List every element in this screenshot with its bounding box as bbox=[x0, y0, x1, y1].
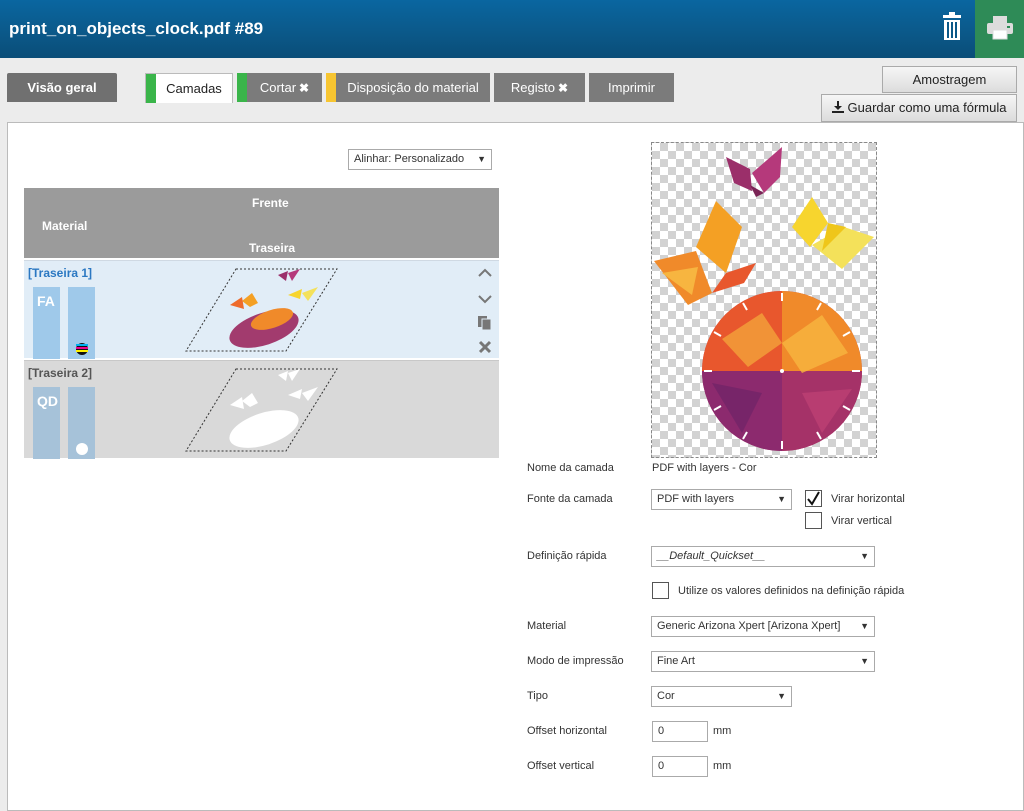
layer-name-label: Nome da camada bbox=[527, 462, 614, 474]
quickset-label: Definição rápida bbox=[527, 550, 607, 562]
tab-label: Registo bbox=[510, 80, 555, 95]
window-title: print_on_objects_clock.pdf #89 bbox=[9, 19, 264, 38]
delete-layer-button[interactable] bbox=[476, 339, 494, 357]
tab-cut[interactable]: Cortar ✖ bbox=[237, 73, 322, 102]
material-badge: FA bbox=[37, 293, 55, 309]
offset-vertical-input[interactable]: 0 bbox=[652, 756, 708, 777]
layer-row-2[interactable]: [Traseira 2] QD bbox=[24, 360, 499, 459]
move-down-button[interactable] bbox=[476, 291, 494, 309]
type-label: Tipo bbox=[527, 690, 548, 702]
header-back: Traseira bbox=[249, 241, 296, 255]
align-select[interactable]: Alinhar: Personalizado ▼ bbox=[348, 149, 492, 170]
white-bar bbox=[68, 387, 95, 459]
copy-icon bbox=[478, 316, 492, 331]
offset-vertical-label: Offset vertical bbox=[527, 760, 595, 772]
checkmark-icon bbox=[807, 491, 820, 506]
tab-label: Disposição do material bbox=[347, 80, 479, 95]
tab-status-mark bbox=[326, 73, 336, 102]
tab-overview[interactable]: Visão geral bbox=[7, 73, 117, 102]
material-badge: QD bbox=[37, 393, 58, 409]
material-bar: FA bbox=[33, 287, 60, 359]
header-front: Frente bbox=[252, 196, 289, 210]
sample-button[interactable]: Amostragem bbox=[882, 66, 1017, 93]
layer-thumbnail bbox=[185, 268, 338, 352]
dropdown-arrow-icon: ▼ bbox=[777, 691, 786, 701]
header-material: Material bbox=[42, 219, 88, 233]
offset-vertical-value: 0 bbox=[658, 760, 665, 772]
save-formula-label: Guardar como uma fórmula bbox=[847, 100, 1007, 115]
main-panel: Alinhar: Personalizado ▼ Frente Material… bbox=[7, 122, 1024, 811]
dropdown-arrow-icon: ▼ bbox=[777, 494, 786, 504]
material-bar: QD bbox=[33, 387, 60, 459]
print-mode-label: Modo de impressão bbox=[527, 655, 624, 667]
chevron-down-icon bbox=[478, 295, 492, 304]
tab-register[interactable]: Registo ✖ bbox=[494, 73, 585, 102]
download-icon bbox=[831, 101, 844, 113]
type-value: Cor bbox=[657, 690, 675, 702]
flip-vertical-label: Virar vertical bbox=[831, 515, 892, 527]
move-up-button[interactable] bbox=[476, 265, 494, 283]
white-ink-icon bbox=[76, 443, 88, 455]
trash-icon bbox=[943, 12, 961, 40]
tab-print[interactable]: Imprimir bbox=[589, 73, 674, 102]
material-select[interactable]: Generic Arizona Xpert [Arizona Xpert] ▼ bbox=[651, 616, 875, 637]
flip-vertical-checkbox[interactable] bbox=[805, 512, 822, 529]
quickset-select[interactable]: __Default_Quickset__ ▼ bbox=[651, 546, 875, 567]
flip-horizontal-label: Virar horizontal bbox=[831, 493, 905, 505]
material-label: Material bbox=[527, 620, 567, 632]
tab-material-layout[interactable]: Disposição do material bbox=[326, 73, 490, 102]
dropdown-arrow-icon: ▼ bbox=[860, 656, 869, 666]
print-mode-select[interactable]: Fine Art ▼ bbox=[651, 651, 875, 672]
use-quickset-label: Utilize os valores definidos na definiçã… bbox=[678, 585, 905, 597]
offset-horizontal-unit: mm bbox=[713, 725, 732, 737]
tab-label: Imprimir bbox=[608, 80, 655, 95]
table-header: Frente Material Traseira bbox=[24, 188, 499, 258]
offset-vertical-unit: mm bbox=[713, 760, 732, 772]
quickset-value: __Default_Quickset__ bbox=[657, 550, 766, 562]
chevron-up-icon bbox=[478, 268, 492, 277]
tab-label: Cortar bbox=[259, 80, 297, 95]
layer-row-1[interactable]: [Traseira 1] FA bbox=[24, 260, 499, 359]
color-bar bbox=[68, 287, 95, 359]
cmyk-icon bbox=[76, 343, 88, 355]
layer-row-label: [Traseira 2] bbox=[28, 366, 93, 380]
offset-horizontal-input[interactable]: 0 bbox=[652, 721, 708, 742]
dropdown-arrow-icon: ▼ bbox=[477, 154, 486, 164]
offset-horizontal-value: 0 bbox=[658, 725, 665, 737]
duplicate-button[interactable] bbox=[476, 315, 494, 333]
use-quickset-checkbox[interactable] bbox=[652, 582, 669, 599]
tab-label: Camadas bbox=[166, 81, 222, 96]
print-button[interactable] bbox=[975, 0, 1024, 58]
tab-layers[interactable]: Camadas bbox=[145, 73, 233, 103]
type-select[interactable]: Cor ▼ bbox=[651, 686, 792, 707]
layer-name-value: PDF with layers - Cor bbox=[652, 462, 757, 474]
preview-artwork bbox=[654, 147, 874, 451]
title-bar: print_on_objects_clock.pdf #89 bbox=[0, 0, 1024, 58]
align-value: Alinhar: Personalizado bbox=[354, 153, 465, 165]
delete-button[interactable] bbox=[936, 10, 968, 44]
flip-horizontal-checkbox[interactable] bbox=[805, 490, 822, 507]
layer-source-value: PDF with layers bbox=[657, 493, 735, 505]
tab-status-mark bbox=[237, 73, 247, 102]
dropdown-arrow-icon: ▼ bbox=[860, 621, 869, 631]
save-formula-button[interactable]: Guardar como uma fórmula bbox=[821, 94, 1017, 122]
layer-thumbnail bbox=[185, 368, 338, 452]
close-icon bbox=[478, 340, 492, 354]
printer-icon bbox=[987, 16, 1013, 40]
layer-source-select[interactable]: PDF with layers ▼ bbox=[651, 489, 792, 510]
close-icon: ✖ bbox=[299, 81, 310, 95]
close-icon: ✖ bbox=[558, 81, 569, 95]
material-value: Generic Arizona Xpert [Arizona Xpert] bbox=[657, 620, 841, 632]
layer-row-label: [Traseira 1] bbox=[28, 266, 93, 280]
layer-source-label: Fonte da camada bbox=[527, 493, 613, 505]
tab-status-mark bbox=[146, 74, 156, 103]
dropdown-arrow-icon: ▼ bbox=[860, 551, 869, 561]
layer-preview bbox=[651, 142, 877, 458]
offset-horizontal-label: Offset horizontal bbox=[527, 725, 607, 737]
print-mode-value: Fine Art bbox=[657, 655, 695, 667]
